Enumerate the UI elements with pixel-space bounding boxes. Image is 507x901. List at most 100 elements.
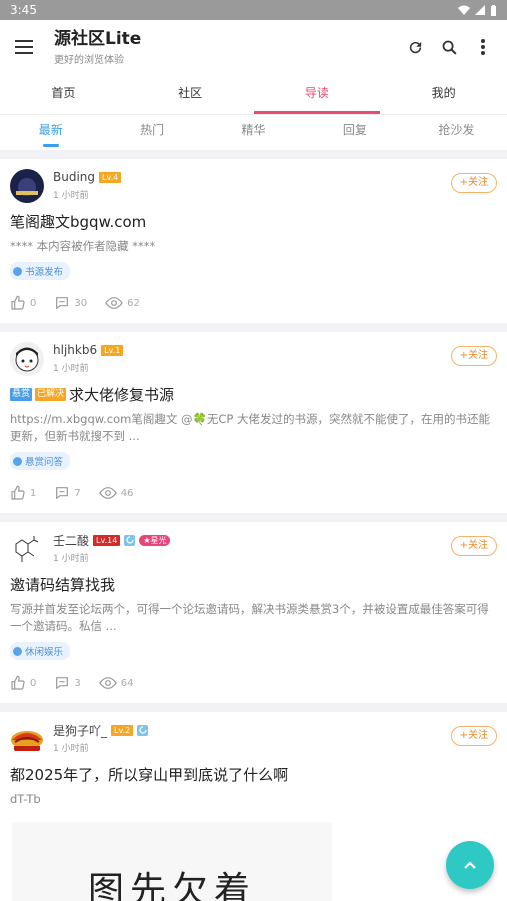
post-card[interactable]: 是狗子吖_ Lv.2 1 小时前 +关注 都2025年了，所以穿山甲到底说了什么… xyxy=(0,712,507,901)
view-count: 62 xyxy=(127,297,140,309)
subtab-featured[interactable]: 精华 xyxy=(203,115,304,150)
category-icon xyxy=(13,266,22,276)
post-title[interactable]: 笔阁趣文bgqw.com xyxy=(10,211,146,232)
category-label: 休闲娱乐 xyxy=(25,647,64,658)
post-title[interactable]: 求大佬修复书源 xyxy=(69,384,174,405)
main-tabs: 首页 社区 导读 我的 xyxy=(0,74,507,115)
like-stat[interactable]: 1 xyxy=(10,485,36,501)
post-excerpt: https://m.xbgqw.com笔阁趣文 @🍀无CP 大佬发过的书源，突然… xyxy=(10,412,490,443)
tab-guide[interactable]: 导读 xyxy=(253,74,381,114)
level-badge: Lv.14 xyxy=(93,534,121,546)
solved-tag: 已解决 xyxy=(35,388,67,401)
tab-home[interactable]: 首页 xyxy=(0,74,127,114)
post-card[interactable]: Buding Lv.4 1 小时前 +关注 笔阁趣文bgqw.com **** … xyxy=(0,159,507,323)
post-stats: 1 7 46 xyxy=(10,485,497,501)
avatar[interactable] xyxy=(10,532,44,566)
follow-button[interactable]: +关注 xyxy=(450,346,497,366)
refresh-icon[interactable] xyxy=(405,37,425,57)
verified-icon xyxy=(124,534,136,546)
post-stats: 0 3 64 xyxy=(10,675,497,691)
follow-button[interactable]: +关注 xyxy=(450,726,497,746)
subtab-replies[interactable]: 回复 xyxy=(304,115,405,150)
category-chip[interactable]: 休闲娱乐 xyxy=(10,642,71,660)
username[interactable]: hljhkb6 xyxy=(53,343,97,357)
name-row: 壬二酸 Lv.14 ★星光 xyxy=(53,532,451,548)
title-row: 笔阁趣文bgqw.com xyxy=(10,211,497,232)
battery-icon xyxy=(491,4,496,16)
view-stat: 64 xyxy=(99,675,133,691)
username[interactable]: Buding xyxy=(53,170,95,184)
post-feed[interactable]: Buding Lv.4 1 小时前 +关注 笔阁趣文bgqw.com **** … xyxy=(0,150,507,901)
view-stat: 62 xyxy=(105,295,140,311)
avatar[interactable] xyxy=(10,169,44,203)
post-title[interactable]: 都2025年了，所以穿山甲到底说了什么啊 xyxy=(10,764,288,785)
view-stat: 46 xyxy=(99,485,133,501)
post-time: 1 小时前 xyxy=(53,744,89,754)
like-stat[interactable]: 0 xyxy=(10,295,36,311)
eye-icon xyxy=(105,297,123,309)
post-card[interactable]: 壬二酸 Lv.14 ★星光 1 小时前 +关注 邀请码结算找我 写源并首发至论坛… xyxy=(0,522,507,703)
post-meta: 是狗子吖_ Lv.2 1 小时前 xyxy=(53,722,451,754)
tab-mine[interactable]: 我的 xyxy=(380,74,507,114)
username[interactable]: 壬二酸 xyxy=(53,532,89,549)
post-header: Buding Lv.4 1 小时前 +关注 xyxy=(10,169,497,203)
subtab-sofa[interactable]: 抢沙发 xyxy=(406,115,507,150)
post-time: 1 小时前 xyxy=(53,554,89,564)
app-bar: 源社区Lite 更好的浏览体验 xyxy=(0,20,507,74)
signal-icon xyxy=(475,5,485,15)
name-row: hljhkb6 Lv.1 xyxy=(53,342,451,358)
tab-community[interactable]: 社区 xyxy=(127,74,254,114)
comment-icon xyxy=(56,677,69,689)
comment-stat[interactable]: 7 xyxy=(54,485,81,501)
title-row: 悬赏 已解决 求大佬修复书源 xyxy=(10,384,497,405)
category-chip[interactable]: 书源发布 xyxy=(10,262,71,280)
subtab-latest[interactable]: 最新 xyxy=(0,115,101,150)
title-row: 邀请码结算找我 xyxy=(10,574,497,595)
status-icons xyxy=(458,4,497,16)
search-icon[interactable] xyxy=(439,37,459,57)
like-stat[interactable]: 0 xyxy=(10,675,36,691)
post-time: 1 小时前 xyxy=(53,191,89,201)
more-vert-icon[interactable] xyxy=(473,37,493,57)
comment-stat[interactable]: 3 xyxy=(54,675,81,691)
like-count: 0 xyxy=(30,297,37,309)
subtab-hot[interactable]: 热门 xyxy=(101,115,202,150)
eye-icon xyxy=(99,677,117,689)
follow-button[interactable]: +关注 xyxy=(450,173,497,193)
name-row: Buding Lv.4 xyxy=(53,169,451,185)
wifi-icon xyxy=(458,5,470,15)
post-meta: hljhkb6 Lv.1 1 小时前 xyxy=(53,342,451,374)
post-header: 是狗子吖_ Lv.2 1 小时前 +关注 xyxy=(10,722,497,756)
post-image-text: 图先欠着 xyxy=(87,870,256,901)
menu-icon[interactable] xyxy=(14,37,34,57)
avatar[interactable] xyxy=(10,722,44,756)
username[interactable]: 是狗子吖_ xyxy=(53,722,107,739)
thumb-up-icon xyxy=(11,675,25,690)
star-badge: ★星光 xyxy=(139,534,171,546)
thumb-up-icon xyxy=(11,295,25,310)
status-time: 3:45 xyxy=(10,3,37,17)
category-chip[interactable]: 悬赏问答 xyxy=(10,452,71,470)
app-title: 源社区Lite xyxy=(54,28,142,49)
follow-button[interactable]: +关注 xyxy=(450,536,497,556)
thumb-up-icon xyxy=(11,485,25,500)
app-subtitle: 更好的浏览体验 xyxy=(54,54,124,66)
title-row: 都2025年了，所以穿山甲到底说了什么啊 xyxy=(10,764,497,785)
appbar-actions xyxy=(405,37,493,57)
post-image[interactable]: 图先欠着 xyxy=(12,822,332,901)
post-title[interactable]: 邀请码结算找我 xyxy=(10,574,115,595)
comment-count: 30 xyxy=(74,297,88,309)
post-card[interactable]: hljhkb6 Lv.1 1 小时前 +关注 悬赏 已解决 求大佬修复书源 ht… xyxy=(0,332,507,513)
level-badge: Lv.4 xyxy=(99,171,122,183)
category-icon xyxy=(13,646,22,656)
avatar[interactable] xyxy=(10,342,44,376)
post-excerpt: **** 本内容被作者隐藏 **** xyxy=(10,239,156,253)
like-count: 1 xyxy=(30,487,37,499)
scroll-top-button[interactable] xyxy=(446,841,494,889)
post-time: 1 小时前 xyxy=(53,364,89,374)
comment-stat[interactable]: 30 xyxy=(54,295,87,311)
verified-icon xyxy=(137,724,149,736)
level-badge: Lv.2 xyxy=(111,724,134,736)
post-header: hljhkb6 Lv.1 1 小时前 +关注 xyxy=(10,342,497,376)
bounty-tag: 悬赏 xyxy=(10,388,33,401)
